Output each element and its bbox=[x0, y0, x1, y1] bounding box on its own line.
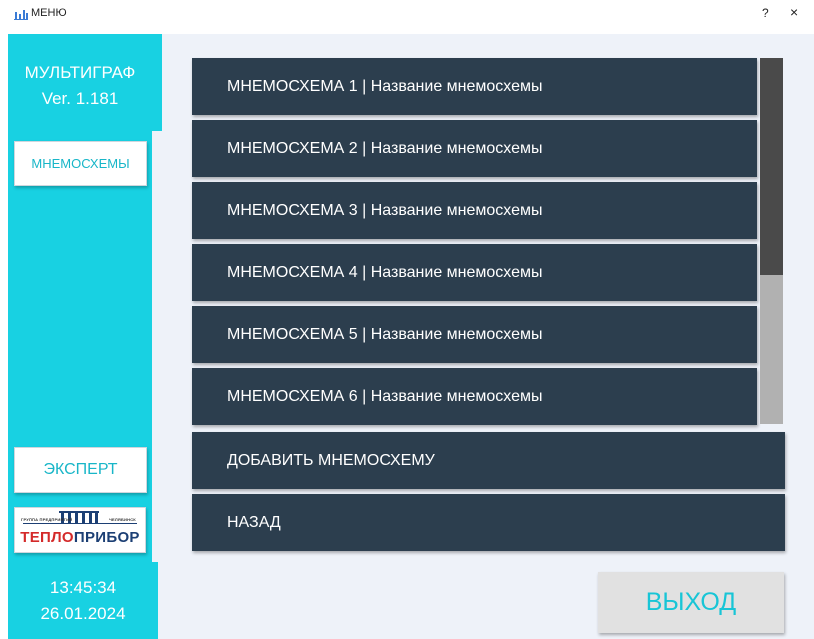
add-mnemo-button[interactable]: ДОБАВИТЬ МНЕМОСХЕМУ bbox=[192, 432, 785, 489]
mnemo-item-2[interactable]: МНЕМОСХЕМА 2 | Название мнемосхемы bbox=[192, 120, 757, 177]
clock-date: 26.01.2024 bbox=[40, 604, 126, 623]
logo-wordmark: ТЕПЛОПРИБОР bbox=[15, 529, 145, 546]
logo-caption-left: ГРУППА ПРЕДПРИЯТИЙ bbox=[21, 517, 73, 522]
mnemo-item-1[interactable]: МНЕМОСХЕМА 1 | Название мнемосхемы bbox=[192, 58, 757, 115]
company-logo: ГРУППА ПРЕДПРИЯТИЙ ЧЕЛЯБИНСК ТЕПЛОПРИБОР bbox=[14, 507, 146, 553]
chart-icon bbox=[14, 10, 28, 20]
exit-button[interactable]: ВЫХОД bbox=[598, 572, 784, 633]
app-name: МУЛЬТИГРАФ bbox=[24, 63, 136, 82]
title-bar: МЕНЮ ? × bbox=[0, 0, 814, 34]
sidebar-footer-strip bbox=[152, 562, 158, 639]
sidebar-header-strip bbox=[152, 34, 162, 131]
window-title: МЕНЮ bbox=[31, 7, 67, 19]
expert-button[interactable]: ЭКСПЕРТ bbox=[14, 447, 147, 493]
mnemo-item-6[interactable]: МНЕМОСХЕМА 6 | Название мнемосхемы bbox=[192, 368, 757, 425]
back-button[interactable]: НАЗАД bbox=[192, 494, 785, 551]
logo-part-2: ПРИБОР bbox=[73, 529, 140, 546]
mnemo-item-4[interactable]: МНЕМОСХЕМА 4 | Название мнемосхемы bbox=[192, 244, 757, 301]
scrollbar-thumb[interactable] bbox=[760, 58, 783, 275]
help-button[interactable]: ? bbox=[762, 6, 769, 20]
logo-caption-right: ЧЕЛЯБИНСК bbox=[109, 517, 136, 522]
close-button[interactable]: × bbox=[790, 4, 798, 20]
clock-time: 13:45:34 bbox=[49, 578, 117, 597]
app-version: Ver. 1.181 bbox=[41, 89, 119, 108]
mnemo-item-5[interactable]: МНЕМОСХЕМА 5 | Название мнемосхемы bbox=[192, 306, 757, 363]
mnemo-item-3[interactable]: МНЕМОСХЕМА 3 | Название мнемосхемы bbox=[192, 182, 757, 239]
logo-part-1: ТЕПЛО bbox=[20, 529, 74, 546]
mnemo-schemes-button[interactable]: МНЕМОСХЕМЫ bbox=[14, 141, 147, 186]
